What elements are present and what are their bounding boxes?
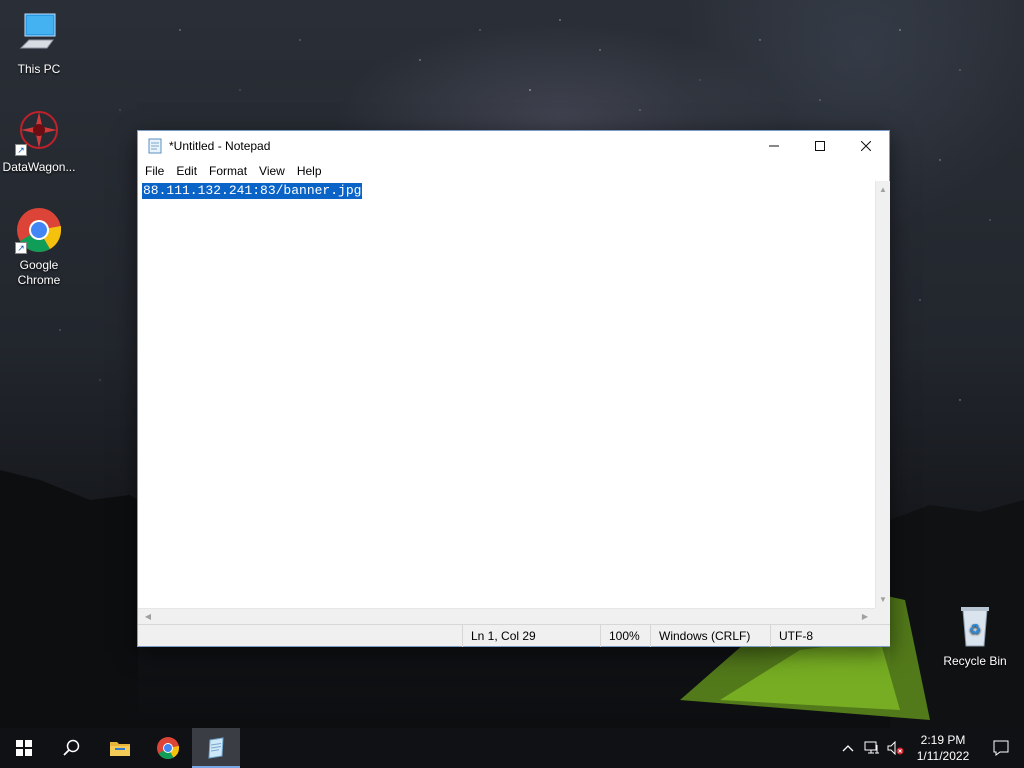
notepad-window[interactable]: *Untitled - Notepad File Edit Format Vie…	[137, 130, 890, 647]
volume-button[interactable]	[884, 728, 908, 768]
clock[interactable]: 2:19 PM 1/11/2022	[908, 732, 978, 764]
network-icon	[864, 741, 879, 754]
desktop-icon-recycle-bin[interactable]: ♻ Recycle Bin	[937, 602, 1013, 669]
file-explorer-button[interactable]	[96, 728, 144, 768]
network-button[interactable]	[860, 728, 884, 768]
status-line-ending: Windows (CRLF)	[650, 625, 770, 647]
desktop-icon-label: DataWagon...	[2, 160, 76, 174]
folder-icon	[110, 742, 130, 756]
desktop-icon-google-chrome[interactable]: ↗ Google Chrome	[1, 206, 77, 288]
system-tray: 2:19 PM 1/11/2022	[836, 728, 1024, 768]
minimize-button[interactable]	[751, 131, 797, 161]
desktop-icon-datawagon[interactable]: ↗ DataWagon...	[1, 108, 77, 175]
desktop-icon-this-pc[interactable]: This PC	[1, 10, 77, 77]
notepad-icon	[148, 138, 162, 154]
start-button[interactable]	[0, 728, 48, 768]
menu-bar: File Edit Format View Help	[138, 161, 889, 181]
chevron-up-icon	[842, 745, 854, 752]
windows-start-icon	[16, 740, 32, 756]
notepad-icon	[208, 737, 224, 759]
close-button[interactable]	[843, 131, 889, 161]
scroll-up-icon[interactable]: ▲	[876, 181, 890, 198]
vertical-scrollbar[interactable]: ▲ ▼	[875, 181, 890, 608]
status-encoding: UTF-8	[770, 625, 890, 647]
window-title: *Untitled - Notepad	[169, 139, 271, 153]
chrome-icon	[157, 737, 179, 759]
chrome-taskbar-button[interactable]	[144, 728, 192, 768]
menu-help[interactable]: Help	[291, 164, 328, 178]
menu-edit[interactable]: Edit	[170, 164, 203, 178]
resize-grip[interactable]	[875, 608, 890, 624]
text-editor[interactable]: 88.111.132.241:83/banner.jpg	[138, 181, 875, 608]
show-hidden-icons-button[interactable]	[836, 728, 860, 768]
selected-text[interactable]: 88.111.132.241:83/banner.jpg	[142, 183, 363, 199]
datawagon-icon: ↗	[15, 108, 63, 156]
svg-text:♻: ♻	[969, 622, 982, 638]
minimize-icon	[769, 145, 779, 147]
notification-icon	[993, 740, 1009, 756]
shortcut-arrow-icon: ↗	[15, 144, 27, 156]
scroll-down-icon[interactable]: ▼	[876, 591, 890, 608]
scroll-right-icon[interactable]: ▶	[857, 609, 873, 625]
close-icon	[861, 141, 871, 151]
taskbar: 2:19 PM 1/11/2022	[0, 728, 1024, 768]
action-center-button[interactable]	[978, 728, 1024, 768]
menu-file[interactable]: File	[139, 164, 170, 178]
volume-muted-icon	[887, 741, 904, 755]
clock-date: 1/11/2022	[916, 749, 970, 763]
search-icon	[63, 739, 80, 756]
status-bar: Ln 1, Col 29 100% Windows (CRLF) UTF-8	[138, 624, 890, 647]
menu-view[interactable]: View	[253, 164, 291, 178]
clock-time: 2:19 PM	[920, 733, 966, 747]
status-zoom: 100%	[600, 625, 650, 647]
maximize-button[interactable]	[797, 131, 843, 161]
this-pc-icon	[15, 10, 63, 58]
desktop-icon-label: Recycle Bin	[943, 654, 1007, 668]
maximize-icon	[815, 141, 825, 151]
menu-format[interactable]: Format	[203, 164, 253, 178]
shortcut-arrow-icon: ↗	[15, 242, 27, 254]
desktop-icon-label: Google Chrome	[17, 258, 61, 287]
recycle-bin-icon: ♻	[951, 602, 999, 650]
search-button[interactable]	[48, 728, 96, 768]
desktop-icon-label: This PC	[17, 62, 61, 76]
notepad-taskbar-button[interactable]	[192, 728, 240, 768]
scroll-left-icon[interactable]: ◀	[140, 609, 156, 625]
status-position: Ln 1, Col 29	[462, 625, 600, 647]
title-bar[interactable]: *Untitled - Notepad	[138, 131, 889, 161]
chrome-icon: ↗	[15, 206, 63, 254]
horizontal-scrollbar[interactable]: ◀ ▶	[138, 608, 875, 624]
